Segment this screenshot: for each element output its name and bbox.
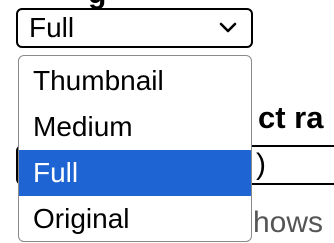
option-medium[interactable]: Medium (19, 104, 251, 150)
chevron-down-icon (219, 22, 237, 33)
size-options-dropdown[interactable]: Thumbnail Medium Full Original (18, 55, 252, 242)
underlying-heading-fragment: ct ra (258, 100, 324, 135)
select-current-value: Full (29, 12, 75, 43)
option-thumbnail[interactable]: Thumbnail (19, 58, 251, 104)
underlying-hint-text: hows (253, 206, 324, 239)
option-original[interactable]: Original (19, 196, 251, 241)
option-full[interactable]: Full (19, 150, 251, 196)
underlying-field-text: ) (256, 148, 266, 181)
image-size-select[interactable]: Full (16, 8, 253, 48)
